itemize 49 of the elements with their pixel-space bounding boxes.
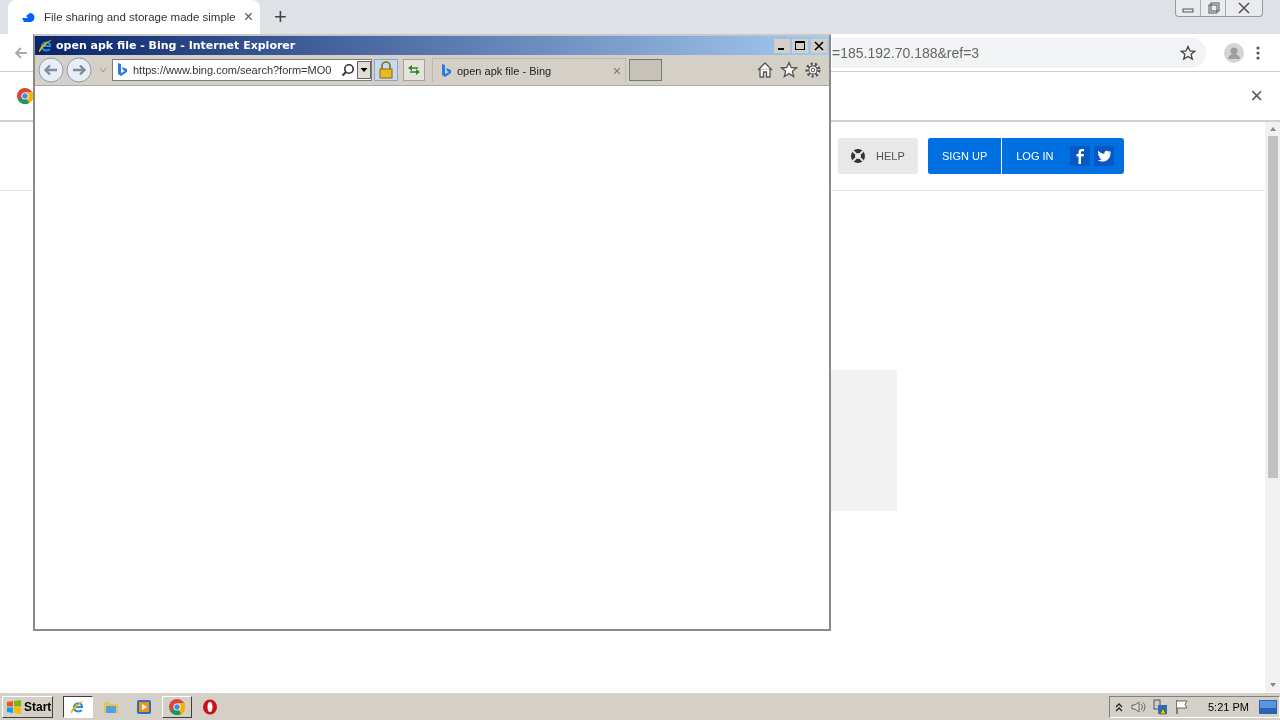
close-icon[interactable] — [811, 38, 827, 53]
new-tab-button[interactable]: + — [274, 4, 287, 30]
network-warning-icon[interactable] — [1152, 698, 1168, 715]
tab-title: File sharing and storage made simple — [44, 11, 236, 23]
browser-tab[interactable]: File sharing and storage made simple × — [8, 0, 260, 34]
url-text: https://www.bing.com/search?form=MO0 — [133, 64, 333, 76]
windows-logo-icon — [6, 698, 22, 715]
address-field[interactable]: https://www.bing.com/search?form=MO0 — [112, 59, 372, 81]
play-icon — [136, 698, 152, 715]
search-icon[interactable] — [341, 63, 355, 77]
star-icon[interactable] — [1180, 44, 1196, 61]
help-button[interactable]: HELP — [838, 138, 918, 174]
menu-icon[interactable] — [1256, 44, 1260, 61]
new-tab-button[interactable] — [629, 59, 662, 81]
browser-tab[interactable]: open apk file - Bing × — [432, 58, 626, 82]
scrollbar[interactable] — [1265, 122, 1280, 692]
avatar-icon[interactable] — [1224, 42, 1244, 63]
bing-logo-icon — [117, 63, 127, 77]
back-arrow-icon[interactable] — [13, 44, 29, 61]
bing-logo-icon — [441, 63, 451, 78]
taskbar-button[interactable] — [63, 695, 93, 718]
url-text: =185.192.70.188&ref=3 — [832, 44, 981, 61]
facebook-icon[interactable] — [1069, 146, 1090, 166]
close-icon[interactable]: × — [1250, 83, 1263, 109]
back-button[interactable] — [38, 57, 64, 83]
settings-icon[interactable] — [804, 61, 822, 79]
home-icon[interactable] — [756, 61, 774, 79]
chrome-logo-icon — [17, 88, 33, 104]
start-button[interactable]: Start — [2, 695, 53, 718]
minimize-icon[interactable] — [774, 38, 790, 53]
maximize-icon[interactable] — [792, 38, 808, 53]
window-title: open apk file - Bing - Internet Explorer — [56, 39, 296, 52]
tab-title: open apk file - Bing — [457, 64, 553, 77]
forward-button[interactable] — [66, 57, 92, 83]
flag-icon[interactable] — [1174, 698, 1190, 715]
browser-e-icon — [70, 698, 86, 715]
browser-e-icon — [38, 37, 54, 54]
speaker-icon[interactable] — [1130, 698, 1146, 715]
opera-icon — [202, 698, 218, 715]
show-desktop-icon[interactable] — [1259, 699, 1277, 714]
dropdown-button[interactable] — [357, 61, 371, 79]
close-icon[interactable]: × — [243, 8, 254, 26]
address-bar[interactable]: =185.192.70.188&ref=3 — [832, 37, 1206, 68]
twitter-icon[interactable] — [1093, 146, 1114, 166]
star-icon[interactable] — [780, 61, 798, 79]
clock[interactable]: 5:21 PM — [1208, 700, 1249, 713]
refresh-icon[interactable] — [403, 59, 425, 81]
lifebuoy-icon — [850, 148, 866, 164]
chrome-logo-icon — [169, 698, 185, 715]
